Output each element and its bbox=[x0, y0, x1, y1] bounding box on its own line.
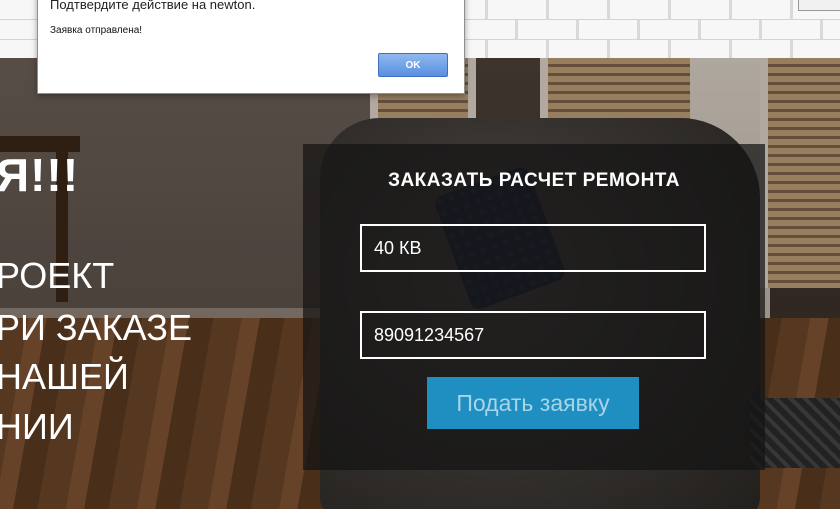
page-edge bbox=[798, 0, 840, 11]
hero-line-1: РОЕКТ bbox=[0, 255, 115, 296]
hero-headline: Я!!! bbox=[0, 149, 80, 201]
form-title: ЗАКАЗАТЬ РАСЧЕТ РЕМОНТА bbox=[388, 170, 680, 191]
hero-line-2: РИ ЗАКАЗЕ bbox=[0, 307, 192, 348]
order-form-panel: ЗАКАЗАТЬ РАСЧЕТ РЕМОНТА Подать заявку bbox=[303, 144, 765, 470]
area-input[interactable] bbox=[360, 224, 706, 272]
dialog-message: Заявка отправлена! bbox=[50, 25, 143, 36]
submit-request-button[interactable]: Подать заявку bbox=[427, 377, 639, 429]
alert-dialog: Подтвердите действие на newton. Заявка о… bbox=[37, 0, 465, 94]
hero-line-4: НИИ bbox=[0, 406, 74, 447]
hero-line-3: НАШЕЙ bbox=[0, 356, 129, 397]
phone-input[interactable] bbox=[360, 311, 706, 359]
dialog-ok-button[interactable]: OK bbox=[378, 53, 448, 77]
dialog-title: Подтвердите действие на newton. bbox=[50, 0, 256, 12]
